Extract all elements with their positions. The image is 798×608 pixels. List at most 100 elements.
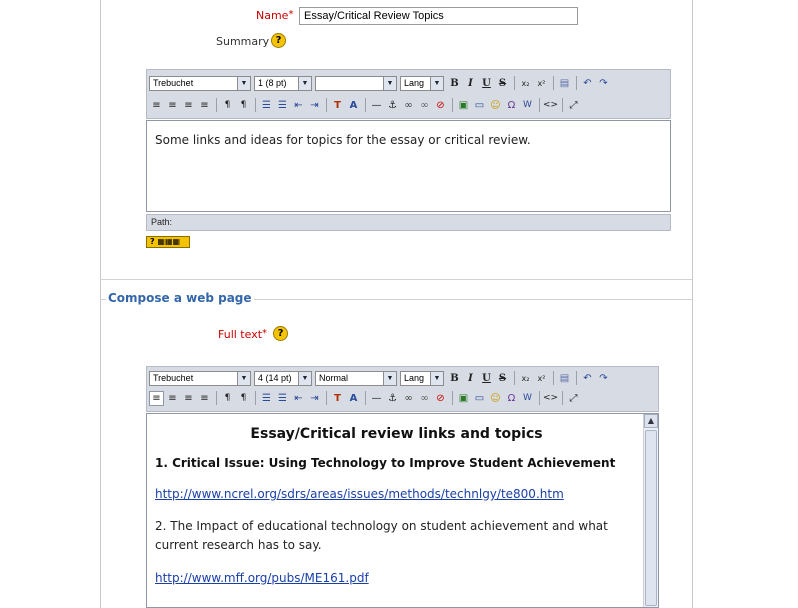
summary-help-icon[interactable]: ? <box>271 33 286 48</box>
page-left-border <box>100 0 101 608</box>
html-source-icon[interactable]: <> <box>543 98 558 113</box>
link-icon[interactable]: ∞ <box>401 391 416 406</box>
toolbar-separator <box>326 98 327 112</box>
subscript-icon[interactable]: x₂ <box>518 76 533 91</box>
ordered-list-icon[interactable]: ☰ <box>259 98 274 113</box>
size-select[interactable]: 1 (8 pt) ▼ <box>254 75 312 91</box>
undo-icon[interactable]: ↶ <box>580 76 595 91</box>
fullscreen-icon[interactable]: ⤢ <box>566 98 581 113</box>
superscript-icon[interactable]: x² <box>534 371 549 386</box>
nolink-icon[interactable]: ⊘ <box>433 391 448 406</box>
chevron-down-icon: ▼ <box>383 371 396 385</box>
document-link-2-wrap: http://www.mff.org/pubs/ME161.pdf <box>155 571 638 585</box>
align-center-icon[interactable]: ≡ <box>165 98 180 113</box>
superscript-icon[interactable]: x² <box>534 76 549 91</box>
unlink-icon[interactable]: ∞ <box>417 391 432 406</box>
summary-editor-content[interactable]: Some links and ideas for topics for the … <box>146 120 671 212</box>
align-left-icon[interactable]: ≡ <box>149 98 164 113</box>
align-right-icon[interactable]: ≡ <box>181 391 196 406</box>
smiley-icon[interactable]: ☺ <box>488 391 503 406</box>
justify-icon[interactable]: ≡ <box>197 98 212 113</box>
subscript-icon[interactable]: x₂ <box>518 371 533 386</box>
unordered-list-icon[interactable]: ☰ <box>275 391 290 406</box>
smiley-icon[interactable]: ☺ <box>488 98 503 113</box>
background-color-icon[interactable]: A <box>346 391 361 406</box>
clean-word-icon[interactable]: ▤ <box>557 76 572 91</box>
scroll-thumb[interactable] <box>645 430 657 606</box>
special-char-icon[interactable]: Ω <box>504 391 519 406</box>
clean-word-icon[interactable]: ▤ <box>557 371 572 386</box>
toolbar-separator <box>452 98 453 112</box>
underline-icon[interactable]: U <box>479 76 494 91</box>
scroll-up-icon[interactable]: ▲ <box>644 414 658 428</box>
full-text-help-icon[interactable]: ? <box>273 326 288 341</box>
paste-word-icon[interactable]: W <box>520 98 535 113</box>
table-icon[interactable]: ▭ <box>472 391 487 406</box>
ltr-icon[interactable]: ¶ <box>220 391 235 406</box>
undo-icon[interactable]: ↶ <box>580 371 595 386</box>
image-icon[interactable]: ▣ <box>456 391 471 406</box>
ltr-icon[interactable]: ¶ <box>220 98 235 113</box>
fullscreen-icon[interactable]: ⤢ <box>566 391 581 406</box>
chevron-down-icon: ▼ <box>298 371 311 385</box>
lang-select[interactable]: Lang ▼ <box>400 75 444 91</box>
horizontal-rule-icon[interactable]: — <box>369 391 384 406</box>
background-color-icon[interactable]: A <box>346 98 361 113</box>
unordered-list-icon[interactable]: ☰ <box>275 98 290 113</box>
rtl-icon[interactable]: ¶ <box>236 391 251 406</box>
rtl-icon[interactable]: ¶ <box>236 98 251 113</box>
unlink-icon[interactable]: ∞ <box>417 98 432 113</box>
summary-path-bar: Path: <box>146 214 671 231</box>
italic-icon[interactable]: I <box>463 76 478 91</box>
anchor-icon[interactable]: ⚓ <box>385 391 400 406</box>
name-label: Name* <box>256 9 294 22</box>
toolbar-separator <box>576 76 577 90</box>
vertical-scrollbar[interactable]: ▲ <box>643 414 658 607</box>
strikethrough-icon[interactable]: S <box>495 371 510 386</box>
paste-word-icon[interactable]: W <box>520 391 535 406</box>
keyboard-help-button[interactable]: ? ▦▦▦ <box>146 236 190 248</box>
style-select[interactable]: Normal ▼ <box>315 370 397 386</box>
outdent-icon[interactable]: ⇤ <box>291 98 306 113</box>
outdent-icon[interactable]: ⇤ <box>291 391 306 406</box>
align-left-icon[interactable]: ≡ <box>149 390 164 406</box>
html-source-icon[interactable]: <> <box>543 391 558 406</box>
toolbar-separator <box>326 391 327 405</box>
size-select[interactable]: 4 (14 pt) ▼ <box>254 370 312 386</box>
style-select[interactable]: ▼ <box>315 75 397 91</box>
table-icon[interactable]: ▭ <box>472 98 487 113</box>
align-right-icon[interactable]: ≡ <box>181 98 196 113</box>
ordered-list-icon[interactable]: ☰ <box>259 391 274 406</box>
text-color-icon[interactable]: T <box>330 98 345 113</box>
link-icon[interactable]: ∞ <box>401 98 416 113</box>
align-center-icon[interactable]: ≡ <box>165 391 180 406</box>
nolink-icon[interactable]: ⊘ <box>433 98 448 113</box>
name-input[interactable] <box>299 7 578 25</box>
toolbar-separator <box>216 98 217 112</box>
toolbar-separator <box>562 98 563 112</box>
lang-select[interactable]: Lang ▼ <box>400 370 444 386</box>
special-char-icon[interactable]: Ω <box>504 98 519 113</box>
font-select[interactable]: Trebuchet ▼ <box>149 75 251 91</box>
summary-text: Some links and ideas for topics for the … <box>155 133 531 147</box>
indent-icon[interactable]: ⇥ <box>307 391 322 406</box>
document-link-2[interactable]: http://www.mff.org/pubs/ME161.pdf <box>155 571 369 585</box>
italic-icon[interactable]: I <box>463 371 478 386</box>
document-link-1[interactable]: http://www.ncrel.org/sdrs/areas/issues/m… <box>155 487 564 501</box>
indent-icon[interactable]: ⇥ <box>307 98 322 113</box>
text-color-icon[interactable]: T <box>330 391 345 406</box>
justify-icon[interactable]: ≡ <box>197 391 212 406</box>
bold-icon[interactable]: B <box>447 76 462 91</box>
required-star: * <box>262 328 268 339</box>
underline-icon[interactable]: U <box>479 371 494 386</box>
fulltext-editor-content[interactable]: Essay/Critical review links and topics 1… <box>146 413 659 608</box>
horizontal-rule-icon[interactable]: — <box>369 98 384 113</box>
image-icon[interactable]: ▣ <box>456 98 471 113</box>
redo-icon[interactable]: ↷ <box>596 76 611 91</box>
strikethrough-icon[interactable]: S <box>495 76 510 91</box>
bold-icon[interactable]: B <box>447 371 462 386</box>
anchor-icon[interactable]: ⚓ <box>385 98 400 113</box>
font-select[interactable]: Trebuchet ▼ <box>149 370 251 386</box>
toolbar-separator <box>562 391 563 405</box>
redo-icon[interactable]: ↷ <box>596 371 611 386</box>
